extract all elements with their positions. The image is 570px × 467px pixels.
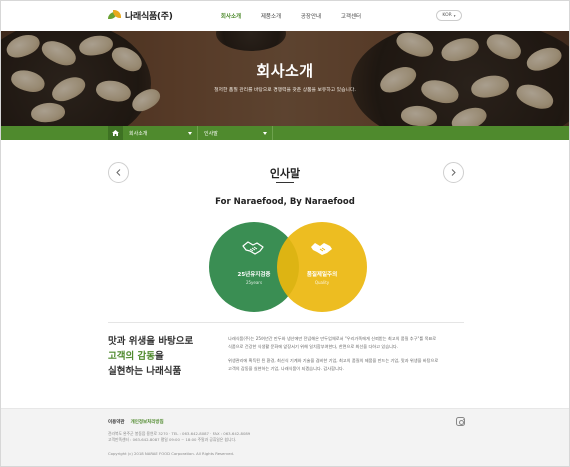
chevron-right-icon <box>451 169 456 176</box>
nav-item-factory[interactable]: 공장안내 <box>291 12 331 20</box>
handshake-icon <box>242 241 264 255</box>
nav-item-products[interactable]: 제품소개 <box>251 12 291 20</box>
headline: 맛과 위생을 바탕으로 고객의 감동을 실현하는 나래식품 <box>108 334 193 379</box>
section-divider <box>108 322 464 323</box>
breadcrumb: 회사소개 인사말 <box>1 126 569 140</box>
title-underline <box>276 182 294 183</box>
site-header: 나래식품(주) 회사소개 제품소개 공장안내 고객센터 KOR ▾ <box>1 1 569 31</box>
breadcrumb-level1-label: 회사소개 <box>129 130 148 137</box>
chevron-down-icon: ▾ <box>453 13 456 18</box>
headline-line1: 맛과 위생을 바탕으로 <box>108 336 194 347</box>
site-footer: 이용약관 개인정보처리방침 전라북도 완주군 봉동읍 용연로 3270 · TE… <box>1 408 569 466</box>
paragraph-line: 나래식품(주)는 25여년간 만두와 냉산에만 전념해온 만두업체로서 "우리가… <box>228 336 437 341</box>
breadcrumb-level2-label: 인사말 <box>204 130 218 137</box>
value-circle-quality: 품질제일주의 Quality <box>277 222 367 312</box>
footer-link-terms[interactable]: 이용약관 <box>108 419 125 425</box>
page-frame: 나래식품(주) 회사소개 제품소개 공장안내 고객센터 KOR ▾ 회사소개 철… <box>0 0 570 467</box>
caret-down-icon <box>188 131 192 135</box>
page-title: 인사말 <box>269 167 301 180</box>
headline-line3: 실현하는 나래식품 <box>108 366 182 377</box>
footer-links: 이용약관 개인정보처리방침 <box>108 419 164 425</box>
slogan: For Naraefood, By Naraefood <box>215 197 355 207</box>
circle-label: 품질제일주의 <box>306 272 338 278</box>
logo-text: 나래식품(주) <box>125 12 173 22</box>
language-selector[interactable]: KOR ▾ <box>436 10 462 21</box>
nav-item-company[interactable]: 회사소개 <box>211 12 251 20</box>
intro-paragraph: 나래식품(주)는 25여년간 만두와 냉산에만 전념해온 만두업체로서 "우리가… <box>228 335 464 350</box>
footer-copyright: Copyright (c) 2018 NARAE FOOD Corporatio… <box>108 451 235 456</box>
handshake-icon <box>311 243 332 255</box>
breadcrumb-select-level2[interactable]: 인사말 <box>199 126 273 140</box>
headline-line2: 고객의 감동을 <box>108 349 193 364</box>
logo[interactable]: 나래식품(주) <box>108 9 173 22</box>
headline-highlight: 고객의 감동 <box>108 351 156 362</box>
intro-paragraph: 위생관리에 획득된 된 환경, 최신식 기계와 기술을 겸비한 기업, 최고의 … <box>228 357 464 372</box>
home-button[interactable] <box>108 126 123 140</box>
logo-icon <box>108 10 122 21</box>
next-page-button[interactable] <box>443 162 464 183</box>
footer-support-hours: 고객만족센터 : 063-642-8087 평일 09:00 ~ 18:00 주… <box>108 437 237 442</box>
nav-item-support[interactable]: 고객센터 <box>331 12 371 20</box>
hero-title: 회사소개 <box>256 62 314 80</box>
headline-line2-rest: 을 <box>155 351 164 362</box>
circle-sublabel: Quality <box>314 280 330 285</box>
home-icon <box>112 130 119 136</box>
language-label: KOR <box>442 13 452 18</box>
paragraph-line: 위생관리에 획득된 된 환경, 최신식 기계와 기술을 겸비한 기업, 최고의 … <box>228 358 439 363</box>
circle-label: 25년유지검증 <box>237 272 271 278</box>
paragraph-line: 고객의 감동을 실현하는 기업, 나래식품이 되겠습니다. 감사합니다. <box>228 365 344 371</box>
main-nav: 회사소개 제품소개 공장안내 고객센터 <box>211 12 371 20</box>
footer-link-privacy[interactable]: 개인정보처리방침 <box>131 419 164 425</box>
hero-subtitle: 철저한 품질 관리를 바탕으로 경쟁력을 갖춘 상품을 보유하고 있습니다. <box>214 88 356 93</box>
circle-sublabel: 25years <box>245 280 263 285</box>
breadcrumb-select-level1[interactable]: 회사소개 <box>124 126 198 140</box>
paragraph-line: 식품으로 건강한 식생활 문화에 앞장서기 위해 일치함부여한다, 한면으로 최… <box>228 343 399 349</box>
hero-banner: 회사소개 철저한 품질 관리를 바탕으로 경쟁력을 갖춘 상품을 보유하고 있습… <box>1 31 569 126</box>
caret-down-icon <box>263 131 267 135</box>
instagram-icon[interactable] <box>456 417 465 426</box>
